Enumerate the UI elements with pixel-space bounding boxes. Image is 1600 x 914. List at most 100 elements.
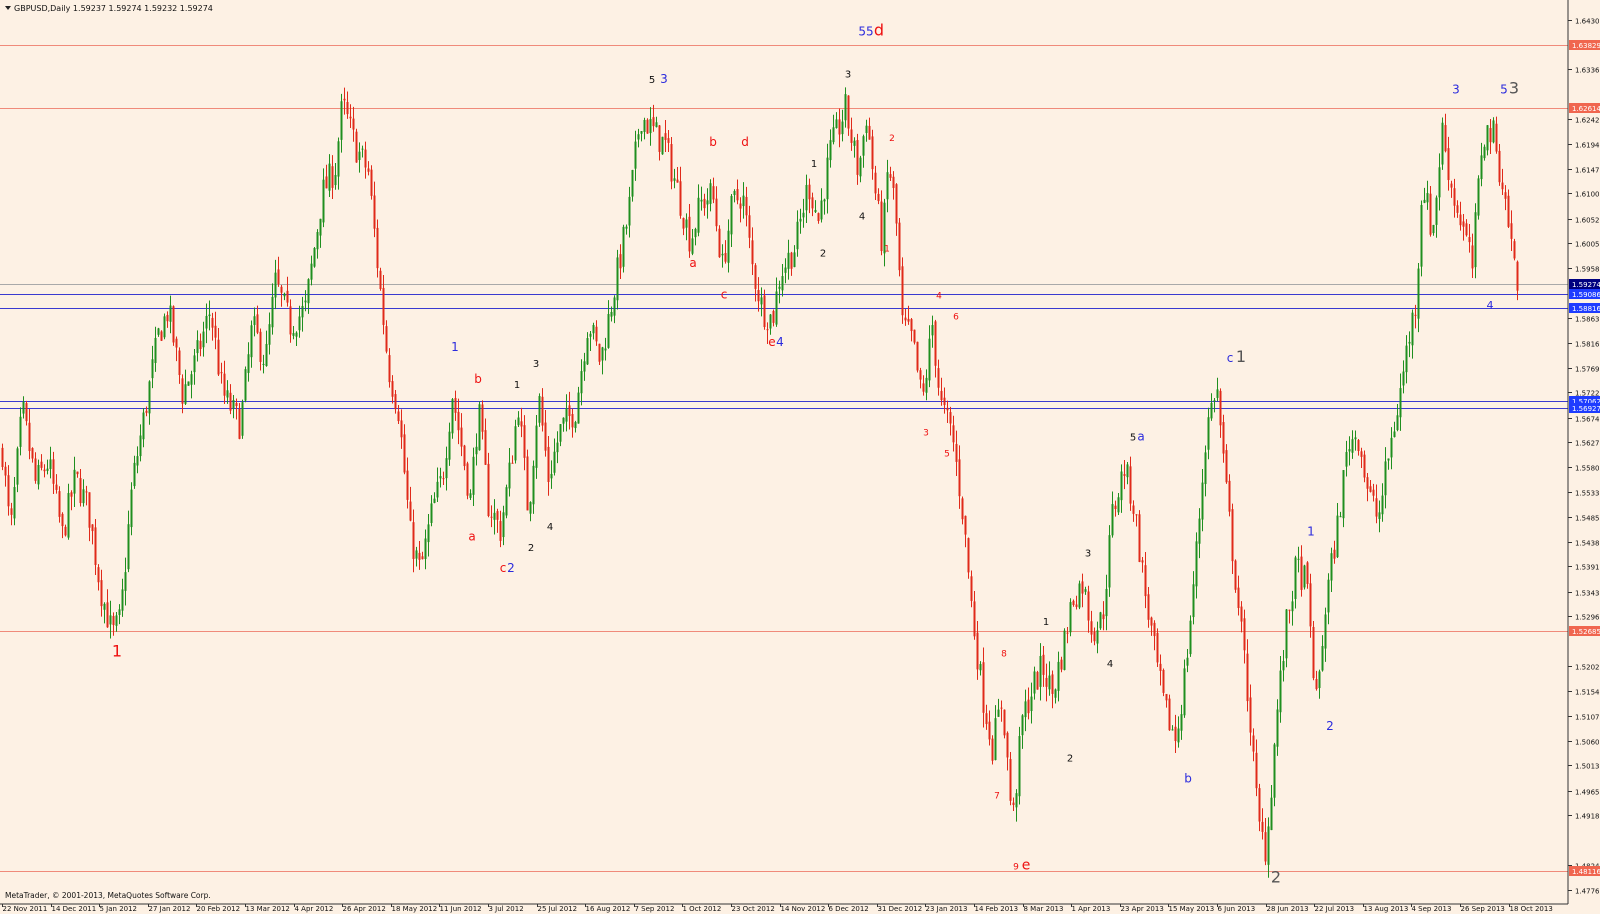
candle-body — [799, 218, 802, 222]
copyright-footer: MetaTrader, © 2001-2013, MetaQuotes Soft… — [5, 891, 211, 900]
candle-body — [1219, 390, 1222, 426]
price-tick-label: 1.60050 — [1575, 241, 1600, 249]
candle-body — [484, 430, 487, 465]
candle-body — [472, 456, 475, 495]
candle-body — [631, 169, 634, 197]
wave-label: 4 — [776, 335, 784, 349]
candle-body — [1498, 150, 1501, 183]
candle-body — [1198, 518, 1201, 544]
candle-body — [1108, 535, 1111, 588]
candle-body — [1426, 193, 1429, 203]
candle-body — [166, 314, 169, 322]
candle-body — [496, 511, 499, 520]
candle-body — [928, 338, 931, 381]
candle-body — [172, 306, 175, 343]
candle-body — [1417, 268, 1420, 319]
candle-body — [1075, 604, 1078, 607]
candle-body — [526, 456, 529, 511]
candle-body — [508, 462, 511, 489]
candle-body — [1234, 560, 1237, 590]
candle-body — [502, 512, 505, 538]
candle-body — [946, 407, 949, 411]
candle-body — [217, 339, 220, 375]
wave-label: a — [689, 256, 696, 270]
chart-window[interactable]: 1 1 b a c 2 1 3 2 4 5 3 b d a c e 4 1 2 3 4 55 d 2 1 4 6 3 5 8 7 9 e 1 2 3 4 5… — [0, 0, 1600, 914]
candle-body — [1015, 793, 1018, 808]
wave-label: 1 — [451, 340, 459, 354]
candle-body — [337, 141, 340, 177]
price-tick-label: 1.53910 — [1575, 564, 1600, 572]
price-tick-label: 1.51070 — [1575, 714, 1600, 722]
candle-body — [1216, 389, 1219, 398]
candle-body — [892, 176, 895, 188]
candle-body — [19, 416, 22, 447]
candle-body — [79, 478, 82, 504]
candle-body — [937, 368, 940, 388]
candle-body — [769, 314, 772, 329]
candle-body — [733, 190, 736, 196]
wave-label: 1 — [1236, 347, 1246, 366]
candle-body — [1180, 714, 1183, 731]
candle-body — [451, 399, 454, 434]
candle-body — [1315, 679, 1318, 690]
candle-body — [886, 172, 889, 200]
candle-body — [466, 463, 469, 496]
candle-body — [865, 125, 868, 133]
time-tick-label: 1 Apr 2013 — [1072, 905, 1111, 913]
candle-body — [616, 257, 619, 301]
wave-label: 3 — [1085, 548, 1091, 559]
candle-body — [322, 179, 325, 223]
wave-label: 3 — [1452, 82, 1460, 96]
candle-body — [397, 411, 400, 422]
candle-body — [640, 131, 643, 134]
candle-body — [736, 189, 739, 201]
candle-body — [718, 228, 721, 258]
candle-body — [1483, 146, 1486, 159]
candle-body — [1153, 622, 1156, 637]
candle-body — [826, 157, 829, 200]
candle-body — [229, 392, 232, 411]
price-tick-label: 1.47760 — [1575, 888, 1600, 896]
time-tick-label: 25 Jul 2012 — [538, 905, 578, 913]
candle-body — [1393, 431, 1396, 438]
candle-body — [124, 572, 127, 591]
price-chart[interactable]: 11bac 213245 3b dace 4123455 d214635879 e12345… — [0, 0, 1600, 914]
candle-body — [811, 197, 814, 209]
candle-body — [754, 265, 757, 289]
candle-body — [241, 402, 244, 436]
candle-body — [559, 424, 562, 442]
candle-body — [871, 136, 874, 170]
candle-body — [1069, 602, 1072, 633]
candle-body — [487, 463, 490, 517]
candle-body — [154, 337, 157, 364]
candle-body — [1045, 677, 1048, 687]
candle-body — [211, 317, 214, 328]
candle-body — [751, 240, 754, 265]
candle-body — [760, 297, 763, 305]
candle-body — [1504, 192, 1507, 199]
candle-body — [1402, 371, 1405, 386]
candle-body — [1225, 450, 1228, 483]
candle-body — [4, 466, 7, 476]
candle-body — [538, 396, 541, 423]
candle-body — [1459, 214, 1462, 226]
candle-body — [1291, 601, 1294, 612]
time-tick-label: 13 Aug 2013 — [1364, 905, 1409, 913]
candle-body — [262, 363, 265, 365]
candle-body — [991, 738, 994, 761]
candle-body — [682, 218, 685, 229]
candle-body — [1090, 621, 1093, 635]
candle-body — [1339, 516, 1342, 518]
candle-body — [145, 410, 148, 413]
candle-body — [1048, 675, 1051, 690]
wave-label: 1 — [811, 159, 817, 170]
candle-body — [652, 117, 655, 127]
candle-body — [1363, 454, 1366, 478]
candle-body — [1429, 193, 1432, 235]
candle-body — [880, 201, 883, 252]
candle-body — [40, 461, 43, 468]
time-tick-label: 4 Sep 2013 — [1412, 905, 1452, 913]
candle-body — [400, 420, 403, 438]
time-tick-label: 22 Jul 2013 — [1315, 905, 1355, 913]
candle-body — [25, 403, 28, 422]
